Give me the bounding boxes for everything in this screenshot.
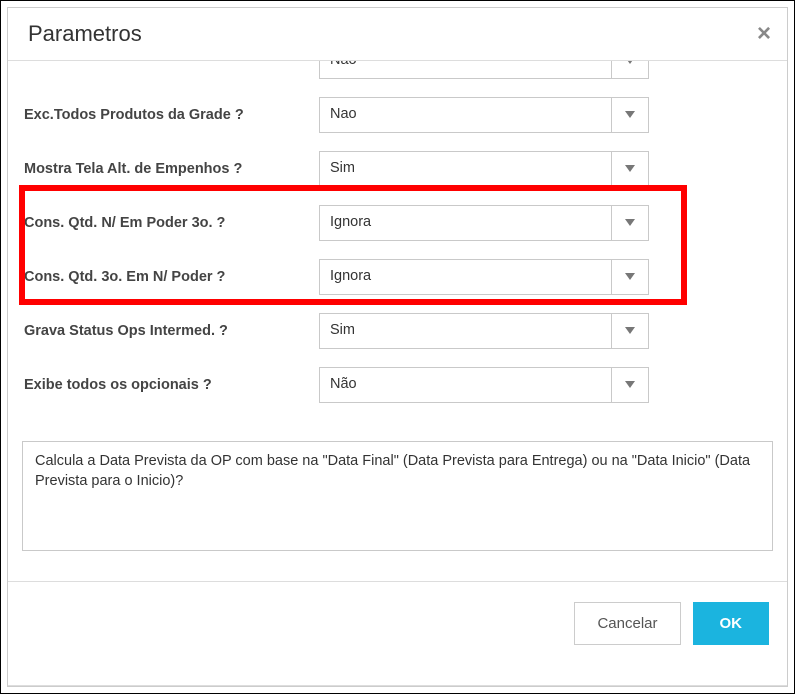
dialog-body: Nao Exc.Todos Produtos da Grade ? Nao Mo… <box>8 61 787 686</box>
param-combo-4[interactable]: Ignora <box>319 259 649 295</box>
combo-value: Nao <box>320 61 612 78</box>
param-row-4: Cons. Qtd. 3o. Em N/ Poder ? Ignora <box>24 259 775 295</box>
param-label: Mostra Tela Alt. de Empenhos ? <box>24 161 319 177</box>
dialog-title: Parametros <box>28 21 142 47</box>
combo-value: Não <box>320 368 612 402</box>
combo-value: Nao <box>320 98 612 132</box>
parameter-description: Calcula a Data Prevista da OP com base n… <box>22 441 773 551</box>
close-icon: × <box>757 20 771 47</box>
cancel-button[interactable]: Cancelar <box>574 602 680 645</box>
param-row-3: Cons. Qtd. N/ Em Poder 3o. ? Ignora <box>24 205 775 241</box>
chevron-down-icon <box>612 368 648 402</box>
dialog-footer: Cancelar OK <box>8 581 787 665</box>
param-label: Exc.Todos Produtos da Grade ? <box>24 107 319 123</box>
param-combo-5[interactable]: Sim <box>319 313 649 349</box>
param-row-6: Exibe todos os opcionais ? Não <box>24 367 775 403</box>
close-button[interactable]: × <box>757 20 771 48</box>
param-label: Exibe todos os opcionais ? <box>24 377 319 393</box>
param-combo-1[interactable]: Nao <box>319 97 649 133</box>
param-row-0: Nao <box>24 61 775 79</box>
param-combo-6[interactable]: Não <box>319 367 649 403</box>
combo-value: Sim <box>320 314 612 348</box>
param-label: Cons. Qtd. N/ Em Poder 3o. ? <box>24 215 319 231</box>
param-row-2: Mostra Tela Alt. de Empenhos ? Sim <box>24 151 775 187</box>
chevron-down-icon <box>612 61 648 78</box>
param-combo-0[interactable]: Nao <box>319 61 649 79</box>
chevron-down-icon <box>612 260 648 294</box>
parameters-scroll-area[interactable]: Nao Exc.Todos Produtos da Grade ? Nao Mo… <box>8 61 787 431</box>
chevron-down-icon <box>612 98 648 132</box>
combo-value: Sim <box>320 152 612 186</box>
chevron-down-icon <box>612 314 648 348</box>
ok-button[interactable]: OK <box>693 602 770 645</box>
parameters-dialog: Parametros × Nao Exc.To <box>7 7 788 687</box>
param-row-5: Grava Status Ops Intermed. ? Sim <box>24 313 775 349</box>
combo-value: Ignora <box>320 260 612 294</box>
combo-value: Ignora <box>320 206 612 240</box>
param-label: Grava Status Ops Intermed. ? <box>24 323 319 339</box>
chevron-down-icon <box>612 152 648 186</box>
param-label: Cons. Qtd. 3o. Em N/ Poder ? <box>24 269 319 285</box>
chevron-down-icon <box>612 206 648 240</box>
param-combo-2[interactable]: Sim <box>319 151 649 187</box>
param-row-1: Exc.Todos Produtos da Grade ? Nao <box>24 97 775 133</box>
dialog-header: Parametros × <box>8 8 787 61</box>
param-combo-3[interactable]: Ignora <box>319 205 649 241</box>
